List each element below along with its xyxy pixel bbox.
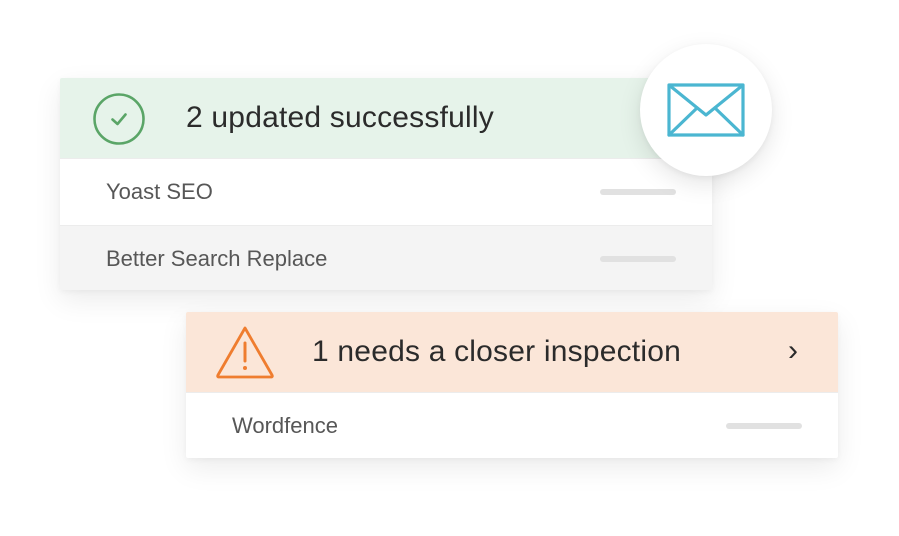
- warning-panel-title: 1 needs a closer inspection: [312, 335, 681, 368]
- warning-triangle-icon: [216, 326, 274, 379]
- envelope-icon: [667, 83, 745, 137]
- placeholder-bar: [726, 423, 802, 429]
- placeholder-bar: [600, 256, 676, 262]
- check-circle-icon: [93, 93, 145, 145]
- placeholder-bar: [600, 189, 676, 195]
- warning-panel[interactable]: 1 needs a closer inspection › Wordfence: [186, 312, 838, 458]
- update-report-illustration: 2 updated successfully Yoast SEO Better …: [0, 0, 899, 536]
- list-item: Better Search Replace: [60, 225, 712, 290]
- success-panel-header: 2 updated successfully: [60, 78, 712, 158]
- mail-badge: [640, 44, 772, 176]
- list-item: Yoast SEO: [60, 158, 712, 225]
- plugin-name: Better Search Replace: [106, 246, 328, 271]
- chevron-right-icon[interactable]: ›: [788, 312, 798, 392]
- plugin-name: Yoast SEO: [106, 179, 213, 204]
- success-panel-title: 2 updated successfully: [186, 101, 494, 134]
- list-item: Wordfence: [186, 392, 838, 458]
- plugin-name: Wordfence: [232, 413, 338, 438]
- success-panel: 2 updated successfully Yoast SEO Better …: [60, 78, 712, 290]
- warning-panel-header[interactable]: 1 needs a closer inspection ›: [186, 312, 838, 392]
